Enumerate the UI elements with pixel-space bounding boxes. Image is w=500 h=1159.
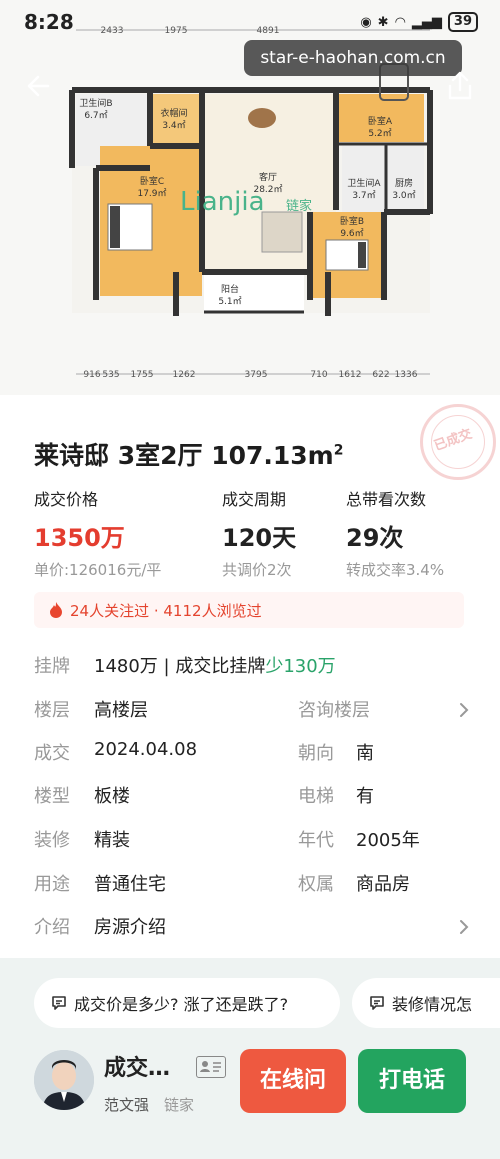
agent-avatar[interactable] — [34, 1050, 94, 1110]
svg-text:17.9㎡: 17.9㎡ — [137, 188, 166, 199]
arrow-left-icon — [27, 75, 50, 97]
battery-icon: 39 — [447, 12, 478, 32]
attention-banner: 24人关注过 · 4112人浏览过 — [34, 592, 464, 628]
share-button[interactable] — [442, 68, 478, 104]
listing-title: 莱诗邸 3室2厅 107.13m2 — [34, 441, 344, 470]
signal-icon: ▂▄▆ — [411, 14, 442, 30]
chevron-right-icon — [460, 703, 469, 717]
row-decoration: 装修 精装 年代 2005年 — [34, 830, 420, 851]
svg-text:1612: 1612 — [339, 370, 362, 380]
agent-title: 成交… — [104, 1056, 171, 1081]
online-ask-button[interactable]: 在线问 — [240, 1049, 346, 1113]
watermark-domain: star-e-haohan.com.cn — [244, 40, 462, 76]
wifi-icon: ◠ — [394, 14, 406, 30]
svg-text:厨房: 厨房 — [395, 177, 413, 189]
metric-total-visits: 总带看次数 29次 转成交率3.4% — [346, 490, 445, 579]
call-button[interactable]: 打电话 — [358, 1049, 466, 1113]
svg-text:3.4㎡: 3.4㎡ — [162, 120, 185, 131]
sold-stamp: 已成交 — [420, 404, 496, 480]
question-chip-decoration[interactable]: 装修情况怎 — [352, 978, 500, 1028]
svg-text:链家: 链家 — [286, 198, 312, 214]
chat-bubble-icon — [52, 996, 66, 1010]
svg-text:710: 710 — [310, 370, 327, 380]
row-floor[interactable]: 楼层 高楼层 咨询楼层 — [34, 696, 474, 726]
svg-text:3.0㎡: 3.0㎡ — [392, 190, 415, 201]
svg-text:916: 916 — [83, 370, 100, 380]
chevron-right-icon — [460, 920, 469, 934]
fire-icon — [50, 602, 62, 618]
row-usage: 用途 普通住宅 权属 商品房 — [34, 874, 410, 895]
svg-text:535: 535 — [102, 370, 119, 380]
svg-text:1755: 1755 — [131, 370, 154, 380]
metric-deal-price: 成交价格 1350万 单价:126016元/平 — [34, 490, 162, 579]
status-bar: 8:28 ◉ ✱ ◠ ▂▄▆ 39 — [0, 0, 500, 44]
share-icon — [448, 71, 472, 100]
svg-text:客厅: 客厅 — [259, 171, 277, 183]
attention-text: 24人关注过 · 4112人浏览过 — [70, 601, 262, 620]
row-listing-price: 挂牌 1480万 | 成交比挂牌少130万 — [34, 656, 336, 677]
agent-company: 链家 — [164, 1096, 195, 1114]
svg-text:3795: 3795 — [245, 370, 268, 380]
svg-text:5.2㎡: 5.2㎡ — [368, 128, 391, 139]
svg-text:6.7㎡: 6.7㎡ — [84, 110, 107, 121]
metric-deal-cycle: 成交周期 120天 共调价2次 — [222, 490, 297, 579]
business-card-icon[interactable] — [196, 1056, 226, 1078]
svg-text:卧室B: 卧室B — [340, 215, 364, 227]
svg-text:卧室C: 卧室C — [140, 175, 164, 187]
svg-text:卫生间B: 卫生间B — [79, 97, 112, 109]
floor-plan-hero[interactable]: 卫生间B 6.7㎡ 衣帽间 3.4㎡ 卧室C 17.9㎡ 客厅 28.2㎡ 卧室… — [0, 0, 500, 395]
svg-text:9.6㎡: 9.6㎡ — [340, 228, 363, 239]
svg-text:卧室A: 卧室A — [368, 115, 393, 127]
svg-text:3.7㎡: 3.7㎡ — [352, 190, 375, 201]
svg-text:622: 622 — [372, 370, 389, 380]
svg-text:卫生间A: 卫生间A — [347, 177, 381, 189]
svg-text:1336: 1336 — [395, 370, 418, 380]
status-time: 8:28 — [24, 10, 74, 34]
question-chip-price[interactable]: 成交价是多少? 涨了还是跌了? — [34, 978, 340, 1028]
row-building-type: 楼型 板楼 电梯 有 — [34, 786, 374, 807]
status-icons: ◉ ✱ ◠ ▂▄▆ 39 — [360, 12, 478, 32]
svg-text:1262: 1262 — [173, 370, 196, 380]
consult-floor-link[interactable]: 咨询楼层 — [298, 696, 370, 722]
chat-bubble-icon — [370, 996, 384, 1010]
bluetooth-icon: ✱ — [377, 14, 389, 30]
svg-text:Lianjia: Lianjia — [180, 187, 265, 217]
eye-icon: ◉ — [360, 14, 372, 30]
back-button[interactable] — [22, 68, 58, 104]
agent-name: 范文强 — [104, 1096, 150, 1114]
svg-text:衣帽间: 衣帽间 — [160, 107, 187, 119]
row-introduction[interactable]: 介绍 房源介绍 — [34, 913, 474, 943]
agent-photo — [34, 1050, 94, 1110]
row-deal-date: 成交 2024.04.08 朝向 南 — [34, 739, 374, 764]
svg-text:5.1㎡: 5.1㎡ — [218, 296, 241, 307]
svg-text:阳台: 阳台 — [221, 283, 239, 295]
